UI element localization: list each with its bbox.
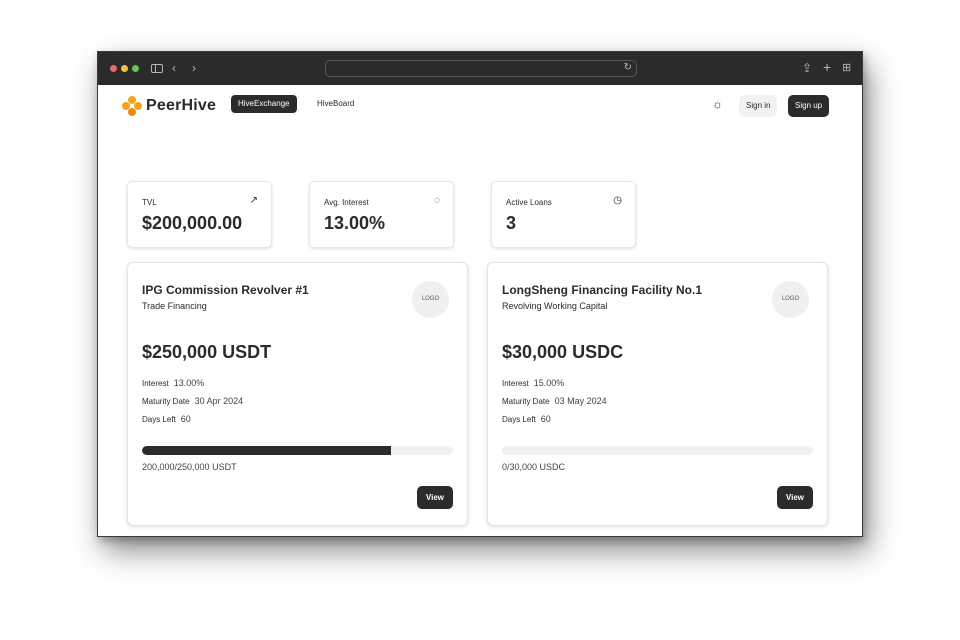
loan-card: LongSheng Financing Facility No.1 Revolv… xyxy=(487,262,828,526)
nav-tab-hive-exchange[interactable]: HiveExchange xyxy=(231,95,297,113)
loan-title: LongSheng Financing Facility No.1 xyxy=(502,283,703,297)
stat-card-active-loans: Active Loans ◷ 3 xyxy=(491,181,636,248)
maturity-value: 30 Apr 2024 xyxy=(194,396,244,406)
interest-label: Interest xyxy=(502,379,529,388)
loan-amount: $250,000 USDT xyxy=(142,342,272,362)
stat-value: 13.00% xyxy=(324,213,386,233)
funding-progress-bar xyxy=(502,446,813,455)
funding-progress-text: 0/30,000 USDC xyxy=(502,462,566,472)
site-navbar: PeerHive HiveExchange HiveBoard ☼ Sign i… xyxy=(98,85,862,125)
maturity-row: Maturity Date 03 May 2024 xyxy=(502,396,607,406)
days-left-row: Days Left 60 xyxy=(502,414,551,424)
sun-icon[interactable]: ☼ xyxy=(712,97,723,111)
funding-progress-fill xyxy=(142,446,391,455)
stat-card-avg-interest: Avg. Interest ◌ 13.00% xyxy=(309,181,454,248)
days-left-row: Days Left 60 xyxy=(142,414,191,424)
piggy-bank-icon: ◌ xyxy=(434,195,440,206)
new-tab-icon[interactable]: + xyxy=(823,60,831,74)
maturity-label: Maturity Date xyxy=(142,397,190,406)
loan-logo: LOGO xyxy=(412,281,449,318)
loan-subtitle: Revolving Working Capital xyxy=(502,301,608,311)
stat-value: $200,000.00 xyxy=(142,213,243,233)
forward-icon[interactable]: › xyxy=(192,61,196,75)
browser-window: ‹ › ↻ ⇪ + ⊞ PeerHive HiveExchange HiveBo… xyxy=(97,51,863,537)
hive-logo-icon xyxy=(122,96,142,116)
view-loan-button[interactable]: View xyxy=(416,486,453,509)
loan-amount: $30,000 USDC xyxy=(502,342,624,362)
share-icon[interactable]: ⇪ xyxy=(802,61,812,75)
days-left-value: 60 xyxy=(180,414,191,424)
stat-label: TVL xyxy=(142,198,157,207)
loan-card: IPG Commission Revolver #1 Trade Financi… xyxy=(127,262,468,526)
days-left-label: Days Left xyxy=(142,415,176,424)
interest-label: Interest xyxy=(142,379,169,388)
funding-progress-bar xyxy=(142,446,453,455)
nav-link-hive-board[interactable]: HiveBoard xyxy=(317,99,354,108)
minimize-window-button[interactable] xyxy=(121,65,128,72)
tabs-overview-icon[interactable]: ⊞ xyxy=(842,61,851,75)
maturity-row: Maturity Date 30 Apr 2024 xyxy=(142,396,243,406)
view-loan-button[interactable]: View xyxy=(776,486,813,509)
maturity-label: Maturity Date xyxy=(502,397,550,406)
maximize-window-button[interactable] xyxy=(132,65,139,72)
maturity-value: 03 May 2024 xyxy=(554,396,607,406)
interest-value: 13.00% xyxy=(173,378,205,388)
back-icon[interactable]: ‹ xyxy=(172,61,176,75)
stat-card-tvl: TVL ↗ $200,000.00 xyxy=(127,181,272,248)
reload-icon[interactable]: ↻ xyxy=(624,62,632,73)
browser-titlebar: ‹ › ↻ ⇪ + ⊞ xyxy=(98,52,862,85)
loan-logo: LOGO xyxy=(772,281,809,318)
stat-label: Avg. Interest xyxy=(324,198,369,207)
interest-row: Interest 15.00% xyxy=(502,378,564,388)
brand-logo[interactable]: PeerHive xyxy=(122,96,216,116)
brand-name: PeerHive xyxy=(146,97,217,114)
close-window-button[interactable] xyxy=(110,65,117,72)
interest-row: Interest 13.00% xyxy=(142,378,204,388)
clock-icon: ◷ xyxy=(613,195,622,206)
loan-title: IPG Commission Revolver #1 xyxy=(142,283,309,297)
days-left-value: 60 xyxy=(540,414,551,424)
loan-subtitle: Trade Financing xyxy=(142,301,207,311)
arrow-up-right-icon: ↗ xyxy=(249,195,258,206)
sidebar-icon[interactable] xyxy=(151,64,163,73)
stat-value: 3 xyxy=(506,213,517,233)
sign-up-button[interactable]: Sign up xyxy=(788,95,830,117)
address-bar[interactable]: ↻ xyxy=(325,60,637,77)
funding-progress-text: 200,000/250,000 USDT xyxy=(142,462,237,472)
sign-in-button[interactable]: Sign in xyxy=(739,95,778,117)
interest-value: 15.00% xyxy=(533,378,565,388)
days-left-label: Days Left xyxy=(502,415,536,424)
stat-label: Active Loans xyxy=(506,198,552,207)
